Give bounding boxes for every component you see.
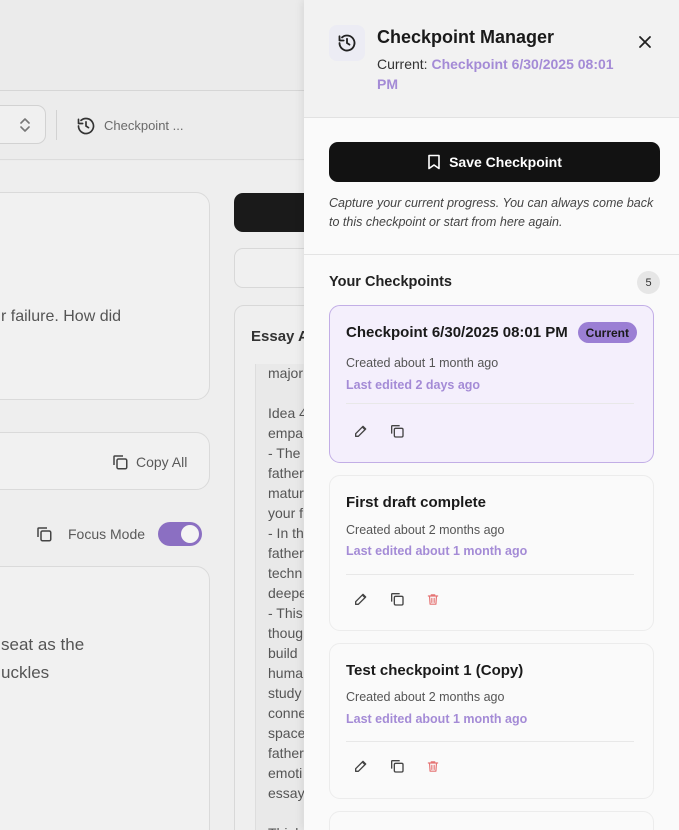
essay-line: Thinl — [268, 825, 298, 830]
essay-line: space — [268, 725, 306, 741]
checkpoint-name: Checkpoint 6/30/2025 08:01 PM — [346, 324, 568, 341]
history-icon[interactable] — [76, 116, 96, 136]
edit-checkpoint-button[interactable] — [352, 757, 370, 775]
essay-line: Idea 4 — [268, 405, 307, 421]
delete-checkpoint-button[interactable] — [424, 757, 442, 775]
current-checkpoint: Current: Checkpoint 6/30/2025 08:01 PM — [377, 54, 617, 94]
close-button[interactable] — [634, 31, 656, 53]
updown-icon — [20, 118, 30, 132]
focus-mode-label: Focus Mode — [68, 526, 146, 542]
checkpoint-actions — [352, 590, 442, 608]
copy-all-button[interactable]: Copy All — [136, 454, 187, 470]
current-badge: Current — [577, 322, 637, 343]
essay-title: Essay A — [251, 328, 309, 345]
checkpoint-card[interactable]: First draft complete Created about 2 mon… — [329, 475, 654, 631]
checkpoint-name: Test checkpoint 1 (Copy) — [346, 662, 524, 679]
bookmark-icon — [428, 154, 440, 170]
checkpoint-card[interactable]: Test checkpoint 1 (Copy) Created about 2… — [329, 643, 654, 799]
card-divider — [346, 574, 634, 575]
duplicate-checkpoint-button[interactable] — [388, 590, 406, 608]
save-checkpoint-button[interactable]: Save Checkpoint — [329, 142, 660, 182]
essay-line: build — [268, 645, 298, 661]
essay-line: father — [268, 465, 304, 481]
essay-line: emoti — [268, 765, 303, 781]
toolbar-divider — [56, 110, 57, 140]
save-hint: Capture your current progress. You can a… — [329, 196, 654, 229]
essay-line: - In th — [268, 525, 304, 541]
essay-line: huma — [268, 665, 304, 681]
history-icon — [329, 25, 365, 61]
edit-checkpoint-button[interactable] — [352, 422, 370, 440]
checkpoint-manager-panel: Checkpoint Manager Current: Checkpoint 6… — [304, 0, 679, 830]
duplicate-checkpoint-button[interactable] — [388, 422, 406, 440]
essay-line: matur — [268, 485, 304, 501]
checkpoint-actions — [352, 422, 406, 440]
model-select[interactable] — [0, 105, 46, 144]
checkpoint-edited: Last edited about 1 month ago — [346, 712, 528, 726]
essay-line: - The — [268, 445, 301, 461]
essay-line: - This — [268, 605, 303, 621]
editor-card[interactable]: seat as the uckles — [0, 566, 210, 830]
checkpoint-name: First draft complete — [346, 494, 487, 511]
current-label: Current: — [377, 56, 428, 72]
checkpoint-created: Created about 1 month ago — [346, 356, 499, 370]
essay-line: techn — [268, 565, 303, 581]
checkpoints-heading: Your Checkpoints — [329, 274, 452, 290]
essay-line: your f — [268, 505, 304, 521]
duplicate-checkpoint-button[interactable] — [388, 757, 406, 775]
essay-line: conne — [268, 705, 307, 721]
editor-line: uckles — [1, 663, 50, 682]
essay-line: father — [268, 745, 304, 761]
copy-icon — [391, 760, 404, 773]
copy-icon[interactable] — [35, 525, 53, 543]
essay-line: thoug — [268, 625, 304, 641]
card-divider — [346, 403, 634, 404]
panel-title: Checkpoint Manager — [377, 27, 555, 47]
trash-icon — [427, 593, 439, 605]
save-checkpoint-label: Save Checkpoint — [449, 154, 562, 170]
prompt-card: r failure. How did — [0, 192, 210, 400]
checkpoint-count-badge: 5 — [637, 271, 660, 294]
essay-line: deepe — [268, 585, 307, 601]
editor-line: seat as the — [1, 635, 85, 654]
essay-line: study — [268, 685, 302, 701]
essay-line: father — [268, 545, 304, 561]
essay-line: major — [268, 365, 304, 381]
checkpoint-edited: Last edited about 1 month ago — [346, 544, 528, 558]
panel-header: Checkpoint Manager Current: Checkpoint 6… — [304, 0, 679, 118]
toolbar-checkpoint-label[interactable]: Checkpoint ... — [104, 118, 184, 133]
pencil-icon — [355, 425, 367, 437]
checkpoint-edited: Last edited 2 days ago — [346, 378, 481, 392]
trash-icon — [427, 760, 439, 772]
checkpoint-actions — [352, 757, 442, 775]
copy-icon[interactable] — [111, 453, 129, 471]
section-divider — [304, 254, 679, 255]
checkpoint-created: Created about 2 months ago — [346, 690, 505, 704]
checkpoint-created: Created about 2 months ago — [346, 523, 505, 537]
card-divider — [346, 741, 634, 742]
focus-mode-toggle[interactable] — [158, 522, 202, 546]
delete-checkpoint-button[interactable] — [424, 590, 442, 608]
pencil-icon — [355, 760, 367, 772]
pencil-icon — [355, 593, 367, 605]
checkpoint-card[interactable] — [329, 811, 654, 830]
close-icon — [639, 36, 651, 48]
copy-icon — [391, 425, 404, 438]
edit-checkpoint-button[interactable] — [352, 590, 370, 608]
essay-line: essay — [268, 785, 305, 801]
essay-line: empa — [268, 425, 304, 441]
copy-all-card: Copy All — [0, 432, 210, 490]
checkpoint-card[interactable]: Checkpoint 6/30/2025 08:01 PM Current Cr… — [329, 305, 654, 463]
copy-icon — [391, 593, 404, 606]
prompt-text: r failure. How did — [1, 308, 122, 325]
